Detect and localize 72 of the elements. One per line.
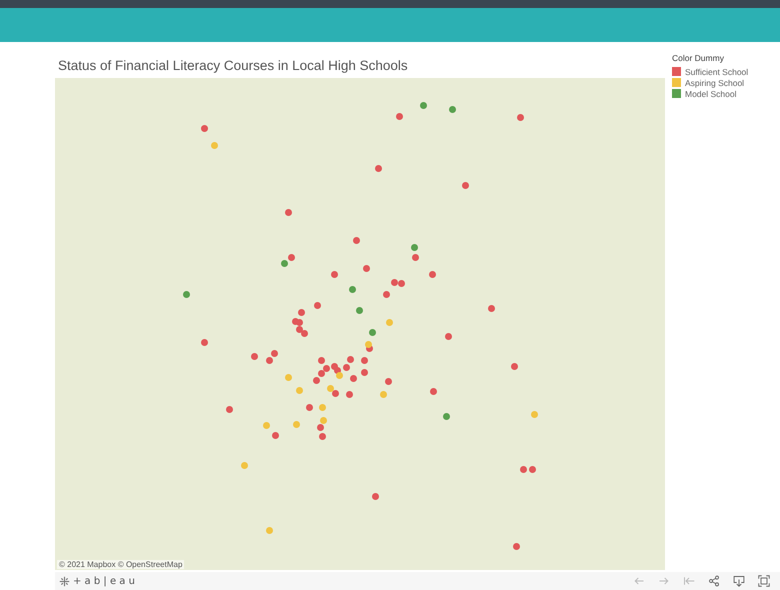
map-point[interactable] xyxy=(396,112,402,120)
revert-icon[interactable] xyxy=(683,575,695,587)
map-point[interactable] xyxy=(348,286,356,292)
map-point[interactable] xyxy=(412,254,418,260)
map-point[interactable] xyxy=(398,280,404,286)
map-point[interactable] xyxy=(330,270,338,278)
share-icon[interactable] xyxy=(708,575,720,587)
map-point[interactable] xyxy=(516,114,524,120)
map-point[interactable] xyxy=(374,164,382,172)
map-point[interactable] xyxy=(356,306,362,314)
map-point[interactable] xyxy=(318,356,324,364)
map-point[interactable] xyxy=(520,466,526,472)
map-point[interactable] xyxy=(318,432,326,440)
logo-icon xyxy=(59,576,70,586)
map-point[interactable] xyxy=(510,362,518,370)
map-point[interactable] xyxy=(280,260,288,266)
map-point[interactable] xyxy=(384,378,392,384)
map-point[interactable] xyxy=(346,356,354,362)
map-point[interactable] xyxy=(270,350,278,356)
legend-title: Color Dummy xyxy=(672,53,725,63)
map-point[interactable] xyxy=(360,356,368,364)
legend-label: Model School xyxy=(685,88,737,98)
map-point[interactable] xyxy=(420,102,426,108)
map-point[interactable] xyxy=(200,338,208,346)
map-point[interactable] xyxy=(528,466,536,472)
map-point[interactable] xyxy=(512,542,520,550)
map-point[interactable] xyxy=(284,208,292,216)
map-point[interactable] xyxy=(322,364,330,372)
map-point[interactable] xyxy=(288,254,294,260)
map-point[interactable] xyxy=(182,290,190,298)
map-point[interactable] xyxy=(298,308,304,316)
brand-logo[interactable]: + a b | e a u xyxy=(73,576,135,586)
map-point[interactable] xyxy=(346,390,352,398)
map-point[interactable] xyxy=(272,432,278,438)
map-point[interactable] xyxy=(382,290,390,298)
map-point[interactable] xyxy=(362,264,370,272)
map-point[interactable] xyxy=(306,404,312,410)
map-point[interactable] xyxy=(250,352,258,360)
map-point[interactable] xyxy=(318,370,324,376)
chart-title: Status of Financial Literacy Courses in Local High Schools xyxy=(57,57,409,75)
redo-icon[interactable] xyxy=(658,575,670,587)
map-point[interactable] xyxy=(350,374,358,382)
map-point[interactable] xyxy=(368,328,376,336)
map-point[interactable] xyxy=(300,330,308,336)
map-point[interactable] xyxy=(444,332,452,340)
map-point[interactable] xyxy=(352,236,360,244)
map-point[interactable] xyxy=(316,424,324,430)
fullscreen-icon[interactable] xyxy=(758,575,770,587)
map-point[interactable] xyxy=(442,412,450,420)
map-point[interactable] xyxy=(488,304,494,312)
map-point[interactable] xyxy=(296,326,302,332)
map-point[interactable] xyxy=(343,364,350,370)
map-point[interactable] xyxy=(226,406,232,412)
map-point[interactable] xyxy=(312,376,320,384)
map-point[interactable] xyxy=(448,106,456,112)
map-attribution[interactable]: © 2021 Mapbox © OpenStreetMap xyxy=(57,560,184,569)
map-point[interactable] xyxy=(372,492,378,500)
map-point[interactable] xyxy=(360,368,368,376)
map-point[interactable] xyxy=(330,362,338,370)
map-point[interactable] xyxy=(430,388,436,394)
map-point[interactable] xyxy=(428,270,436,278)
map-point[interactable] xyxy=(462,182,468,188)
map-point[interactable] xyxy=(266,356,272,364)
legend-label: Sufficient School xyxy=(685,66,748,76)
map-point[interactable] xyxy=(332,390,338,396)
download-icon[interactable] xyxy=(733,575,745,587)
map-point[interactable] xyxy=(314,302,320,308)
map-point[interactable] xyxy=(200,124,208,132)
undo-icon[interactable] xyxy=(633,575,645,587)
legend-label: Aspiring School xyxy=(685,78,744,88)
map-point[interactable] xyxy=(390,278,398,286)
map-point[interactable] xyxy=(410,244,418,250)
